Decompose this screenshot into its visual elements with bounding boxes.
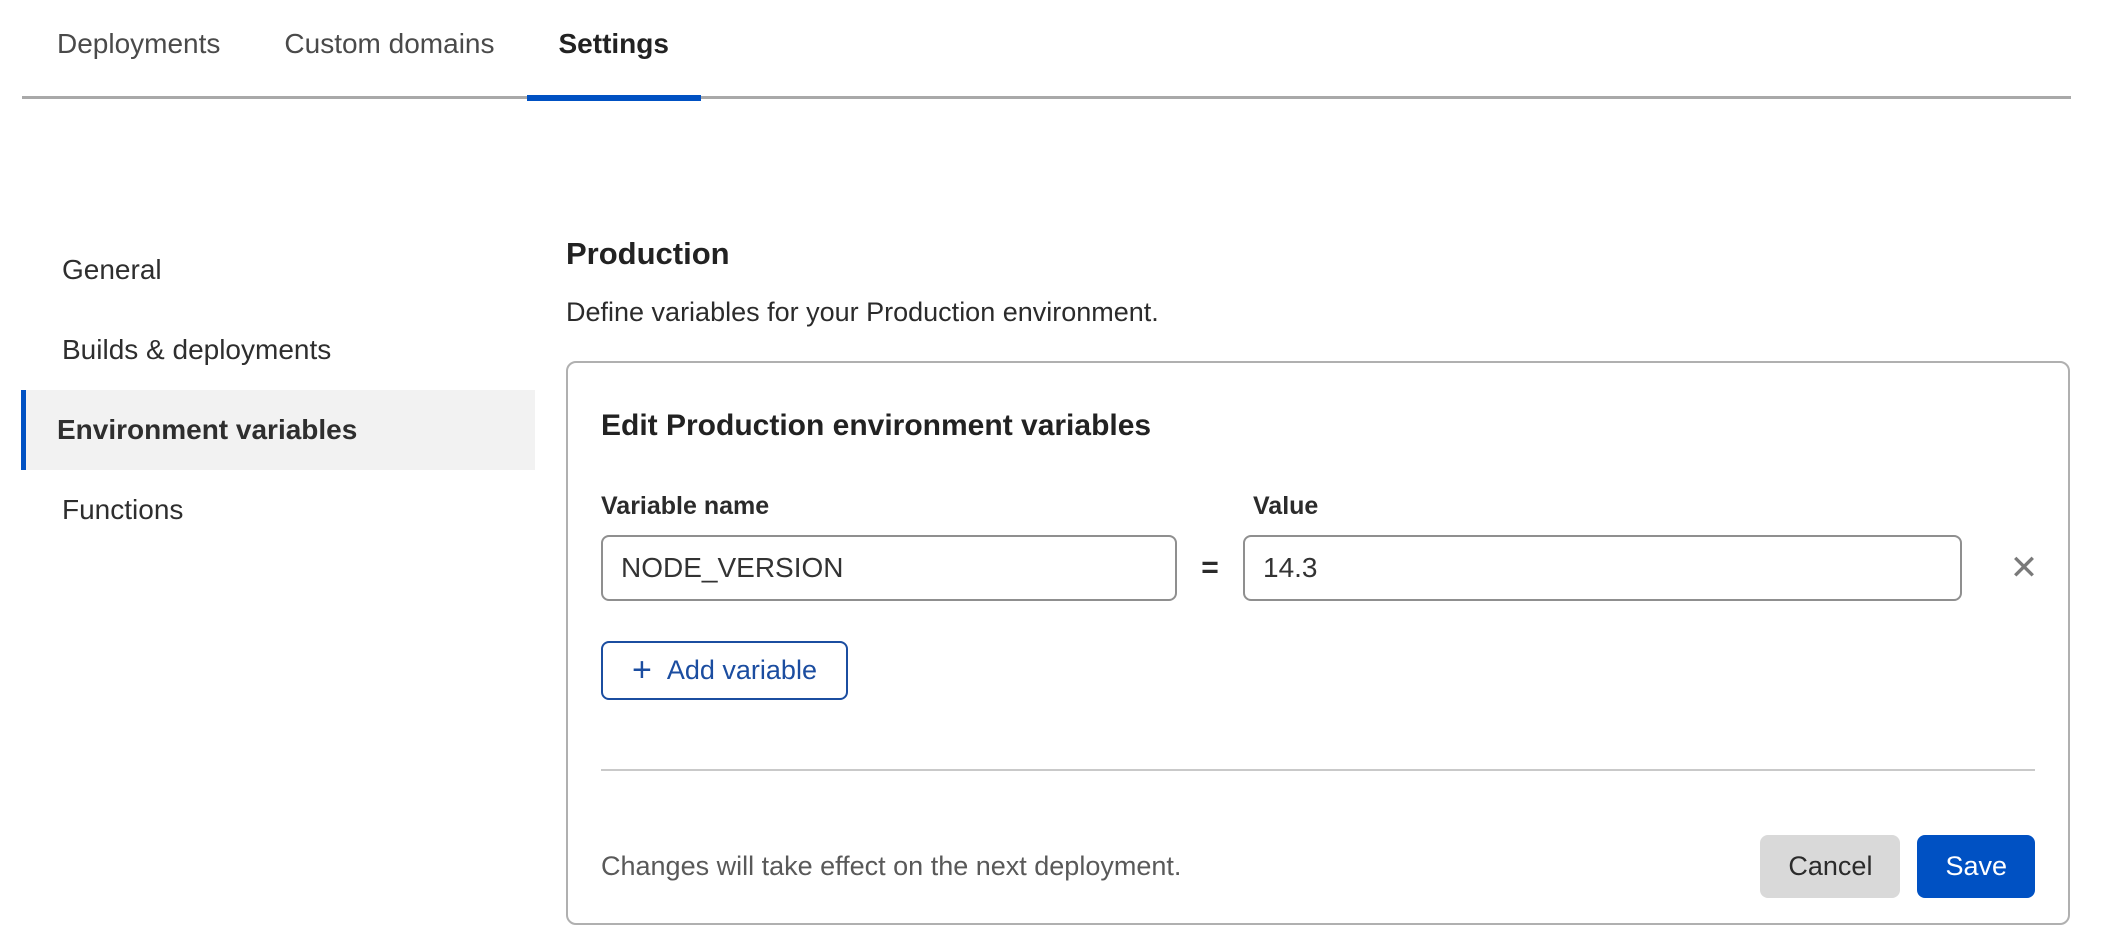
card-divider <box>601 769 2035 771</box>
tab-list: Deployments Custom domains Settings <box>25 0 701 101</box>
card-title: Edit Production environment variables <box>601 408 2035 444</box>
deployment-note: Changes will take effect on the next dep… <box>601 851 1181 882</box>
close-icon: ✕ <box>2010 549 2039 587</box>
value-label: Value <box>1243 492 1962 521</box>
tab-deployments[interactable]: Deployments <box>25 0 252 101</box>
sidebar-item-functions[interactable]: Functions <box>21 470 535 550</box>
settings-main-panel: Production Define variables for your Pro… <box>566 236 2070 925</box>
tabbar-divider <box>22 96 2071 99</box>
variable-value-input[interactable] <box>1243 535 1962 601</box>
plus-icon: + <box>632 653 652 687</box>
variable-name-input[interactable] <box>601 535 1177 601</box>
sidebar-item-environment-variables[interactable]: Environment variables <box>21 390 535 470</box>
footer-actions: Cancel Save <box>1760 835 2035 898</box>
add-variable-button[interactable]: + Add variable <box>601 641 848 700</box>
project-tabbar: Deployments Custom domains Settings <box>0 0 2121 101</box>
equals-sign: = <box>1177 551 1243 585</box>
remove-variable-button[interactable]: ✕ <box>2004 548 2044 588</box>
cancel-button[interactable]: Cancel <box>1760 835 1900 898</box>
settings-sidebar: General Builds & deployments Environment… <box>21 230 535 550</box>
environment-variables-card: Edit Production environment variables Va… <box>566 361 2070 925</box>
variable-name-label: Variable name <box>601 492 1177 521</box>
section-subtitle: Define variables for your Production env… <box>566 296 2070 328</box>
section-title: Production <box>566 236 2070 272</box>
variable-row: Variable name Value = ✕ <box>601 491 2035 601</box>
add-variable-label: Add variable <box>667 655 817 686</box>
sidebar-item-builds-deployments[interactable]: Builds & deployments <box>21 310 535 390</box>
tab-settings[interactable]: Settings <box>527 0 701 101</box>
save-button[interactable]: Save <box>1917 835 2035 898</box>
sidebar-item-general[interactable]: General <box>21 230 535 310</box>
tab-custom-domains[interactable]: Custom domains <box>252 0 526 101</box>
card-footer: Changes will take effect on the next dep… <box>601 835 2035 898</box>
